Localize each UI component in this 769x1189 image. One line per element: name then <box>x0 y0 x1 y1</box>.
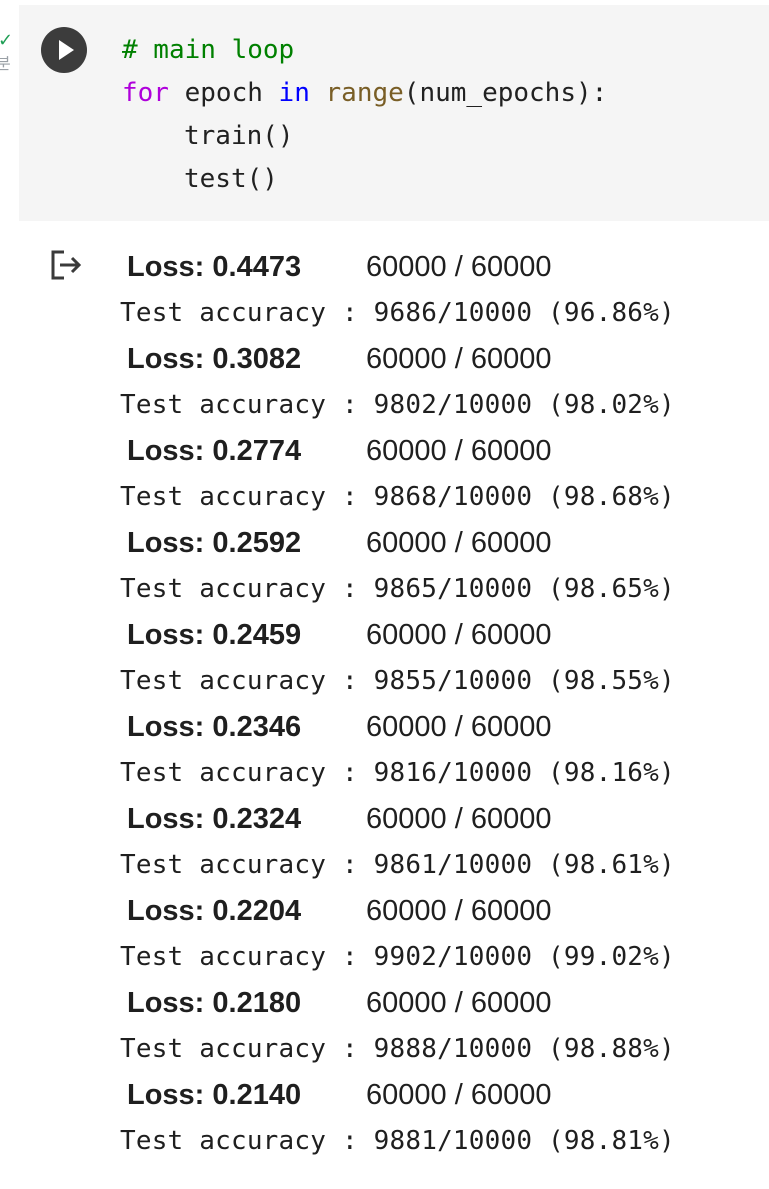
code-token: (num_epochs): <box>403 78 608 108</box>
test-accuracy-text: Test accuracy : 9802/10000 (98.02%) <box>120 390 675 420</box>
test-accuracy-text: Test accuracy : 9881/10000 (98.81%) <box>120 1126 675 1156</box>
run-cell-button[interactable] <box>41 27 87 73</box>
play-icon <box>59 40 74 60</box>
code-editor[interactable]: # main loop for epoch in range(num_epochs… <box>122 29 607 201</box>
code-token: train() <box>184 121 294 151</box>
check-icon: ✓ <box>0 32 12 51</box>
code-token: for <box>122 78 169 108</box>
loss-value: Loss: 0.2180 <box>127 987 302 1019</box>
progress-count: 60000 / 60000 <box>366 435 552 467</box>
progress-count: 60000 / 60000 <box>366 343 552 375</box>
test-accuracy-text: Test accuracy : 9868/10000 (98.68%) <box>120 482 675 512</box>
execution-time-label: 분 <box>0 54 11 73</box>
progress-count: 60000 / 60000 <box>366 803 552 835</box>
loss-value: Loss: 0.2324 <box>127 803 302 835</box>
code-token: # main loop <box>122 35 295 65</box>
loss-value: Loss: 0.2459 <box>127 619 302 651</box>
loss-value: Loss: 0.2204 <box>127 895 302 927</box>
test-accuracy-text: Test accuracy : 9865/10000 (98.65%) <box>120 574 675 604</box>
code-token: range <box>325 78 404 108</box>
code-cell[interactable]: # main loop for epoch in range(num_epochs… <box>19 5 769 221</box>
test-accuracy-text: Test accuracy : 9686/10000 (96.86%) <box>120 298 675 328</box>
code-line: for epoch in range(num_epochs): <box>122 72 607 115</box>
loss-value: Loss: 0.2774 <box>127 435 302 467</box>
code-token: epoch <box>168 78 279 108</box>
progress-count: 60000 / 60000 <box>366 619 552 651</box>
code-line: train() <box>122 115 607 158</box>
code-line: test() <box>122 158 607 201</box>
loss-value: Loss: 0.2140 <box>127 1079 302 1111</box>
progress-count: 60000 / 60000 <box>366 987 552 1019</box>
test-accuracy-text: Test accuracy : 9816/10000 (98.16%) <box>120 758 675 788</box>
progress-count: 60000 / 60000 <box>366 251 552 283</box>
code-token: test() <box>184 164 278 194</box>
progress-count: 60000 / 60000 <box>366 1079 552 1111</box>
loss-value: Loss: 0.3082 <box>127 343 302 375</box>
code-token: in <box>278 78 310 108</box>
progress-count: 60000 / 60000 <box>366 711 552 743</box>
output-redirect-icon <box>48 246 86 284</box>
progress-count: 60000 / 60000 <box>366 895 552 927</box>
test-accuracy-text: Test accuracy : 9861/10000 (98.61%) <box>120 850 675 880</box>
loss-value: Loss: 0.4473 <box>127 251 302 283</box>
execution-status: ✓ 분 <box>0 32 12 80</box>
loss-value: Loss: 0.2346 <box>127 711 302 743</box>
loss-value: Loss: 0.2592 <box>127 527 302 559</box>
code-line: # main loop <box>122 29 607 72</box>
progress-count: 60000 / 60000 <box>366 527 552 559</box>
test-accuracy-text: Test accuracy : 9902/10000 (99.02%) <box>120 942 675 972</box>
test-accuracy-text: Test accuracy : 9855/10000 (98.55%) <box>120 666 675 696</box>
test-accuracy-text: Test accuracy : 9888/10000 (98.88%) <box>120 1034 675 1064</box>
